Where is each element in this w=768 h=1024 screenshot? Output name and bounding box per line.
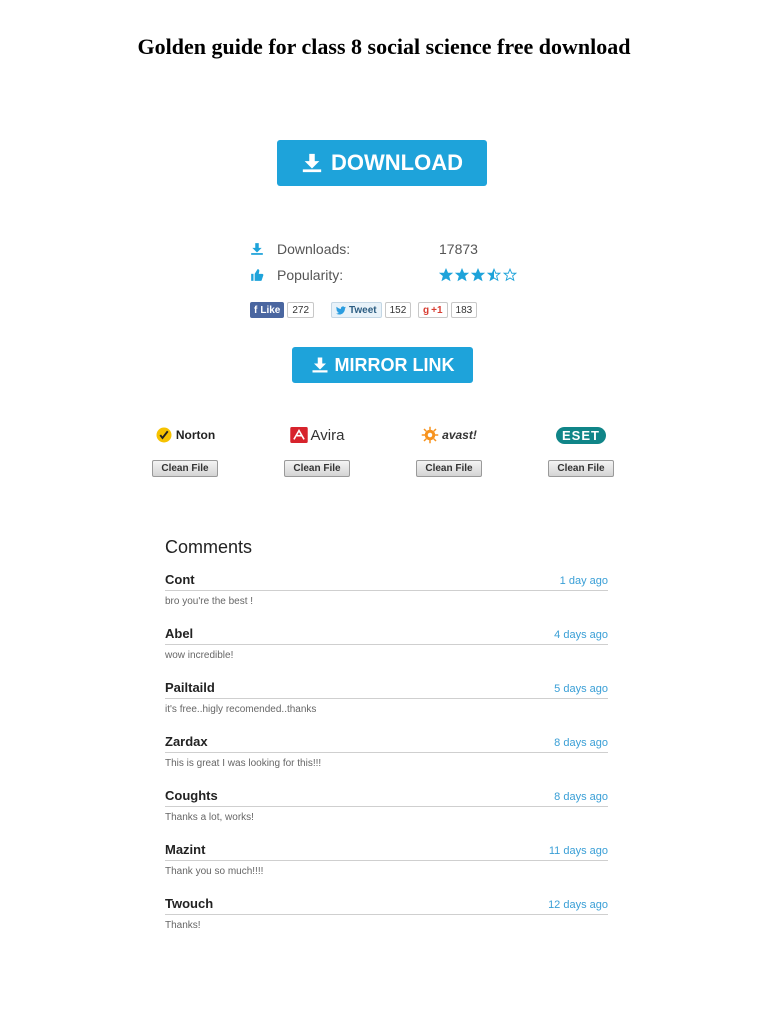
avast-clean-file-button[interactable]: Clean File bbox=[416, 460, 482, 477]
comment-time[interactable]: 1 day ago bbox=[560, 575, 608, 587]
download-icon bbox=[311, 356, 329, 374]
comment-author: Coughts bbox=[165, 788, 218, 803]
avira-logo: Avira bbox=[283, 424, 351, 446]
facebook-like-count: 272 bbox=[287, 302, 315, 318]
comment-text: This is great I was looking for this!!! bbox=[165, 758, 322, 769]
tweet-count: 152 bbox=[384, 302, 412, 318]
comment-header: Mazint 11 days ago bbox=[165, 842, 608, 861]
comments-heading: Comments bbox=[165, 537, 253, 557]
thumbs-up-icon bbox=[250, 268, 264, 282]
google-plus-icon: g bbox=[423, 304, 430, 316]
norton-logo: Norton bbox=[151, 424, 219, 446]
comment-author: Pailtaild bbox=[165, 680, 215, 695]
facebook-icon: f bbox=[254, 304, 258, 316]
tweet-label: Tweet bbox=[349, 304, 377, 316]
comment-time[interactable]: 5 days ago bbox=[554, 683, 608, 695]
star-empty-icon bbox=[503, 268, 517, 282]
avast-scan: avast! Clean File bbox=[415, 424, 483, 477]
google-plus-count: 183 bbox=[450, 302, 478, 318]
facebook-like-widget[interactable]: f Like 272 bbox=[250, 302, 315, 318]
avira-scan: Avira Clean File bbox=[283, 424, 351, 477]
comment-time[interactable]: 8 days ago bbox=[554, 791, 608, 803]
comment-item: Mazint 11 days ago Thank you so much!!!! bbox=[165, 842, 608, 897]
mirror-link-label: MIRROR LINK bbox=[334, 354, 455, 375]
comment-time[interactable]: 12 days ago bbox=[548, 899, 608, 911]
page-title: Golden guide for class 8 social science … bbox=[137, 34, 631, 59]
comment-item: Coughts 8 days ago Thanks a lot, works! bbox=[165, 788, 608, 843]
twitter-icon bbox=[336, 305, 346, 315]
tweet-button[interactable]: Tweet bbox=[331, 302, 382, 318]
comment-item: Zardax 8 days ago This is great I was look… bbox=[165, 734, 608, 789]
comment-text: it's free..higly recomended..thanks bbox=[165, 704, 317, 715]
comment-time[interactable]: 11 days ago bbox=[549, 845, 608, 857]
download-count-icon bbox=[250, 242, 264, 256]
comment-time[interactable]: 8 days ago bbox=[554, 737, 608, 749]
downloads-label: Downloads: bbox=[277, 241, 351, 257]
comment-text: wow incredible! bbox=[165, 650, 234, 661]
download-button[interactable]: DOWNLOAD bbox=[277, 140, 487, 186]
google-plus-button[interactable]: g +1 bbox=[418, 302, 448, 318]
comment-item: Twouch 12 days ago Thanks! bbox=[165, 896, 608, 951]
popularity-label: Popularity: bbox=[277, 267, 344, 283]
comment-text: bro you're the best ! bbox=[165, 596, 254, 607]
mirror-link-button[interactable]: MIRROR LINK bbox=[292, 347, 473, 383]
avast-logo: avast! bbox=[415, 424, 483, 446]
comment-item: Abel 4 days ago wow incredible! bbox=[165, 626, 608, 681]
comment-header: Abel 4 days ago bbox=[165, 626, 608, 645]
download-icon bbox=[301, 152, 323, 174]
star-full-icon bbox=[455, 268, 469, 282]
norton-clean-file-button[interactable]: Clean File bbox=[152, 460, 218, 477]
downloads-value: 17873 bbox=[439, 241, 478, 257]
download-button-label: DOWNLOAD bbox=[331, 150, 463, 175]
google-plus-widget[interactable]: g +1 183 bbox=[418, 302, 478, 318]
comment-author: Twouch bbox=[165, 896, 214, 911]
comment-author: Mazint bbox=[165, 842, 206, 857]
facebook-like-label: Like bbox=[260, 304, 281, 316]
comment-author: Abel bbox=[165, 626, 194, 641]
eset-clean-file-button[interactable]: Clean File bbox=[548, 460, 614, 477]
comment-time[interactable]: 4 days ago bbox=[554, 629, 608, 641]
google-plus-label: +1 bbox=[431, 304, 443, 316]
comment-author: Cont bbox=[165, 572, 195, 587]
comment-text: Thanks a lot, works! bbox=[165, 812, 254, 823]
norton-scan: Norton Clean File bbox=[151, 424, 219, 477]
comment-item: Pailtaild 5 days ago it's free..higly reco… bbox=[165, 680, 608, 735]
star-full-icon bbox=[439, 268, 453, 282]
comment-header: Zardax 8 days ago bbox=[165, 734, 608, 753]
avira-clean-file-button[interactable]: Clean File bbox=[284, 460, 350, 477]
comments-section: Comments Cont 1 day ago bro you're the bes… bbox=[165, 537, 608, 951]
comment-header: Cont 1 day ago bbox=[165, 572, 608, 591]
comment-item: Cont 1 day ago bro you're the best ! bbox=[165, 572, 608, 627]
star-full-icon bbox=[471, 268, 485, 282]
comment-header: Twouch 12 days ago bbox=[165, 896, 608, 915]
eset-logo: ESET bbox=[547, 424, 615, 446]
facebook-like-button[interactable]: f Like bbox=[250, 302, 285, 318]
star-half-icon bbox=[487, 268, 501, 282]
popularity-stat: Popularity: bbox=[250, 266, 517, 284]
comment-header: Pailtaild 5 days ago bbox=[165, 680, 608, 699]
eset-scan: ESET Clean File bbox=[547, 424, 615, 477]
comment-header: Coughts 8 days ago bbox=[165, 788, 608, 807]
twitter-tweet-widget[interactable]: Tweet 152 bbox=[331, 302, 412, 318]
popularity-stars bbox=[439, 268, 517, 282]
comment-author: Zardax bbox=[165, 734, 208, 749]
downloads-stat: Downloads: 17873 bbox=[250, 240, 478, 258]
comment-text: Thanks! bbox=[165, 920, 201, 931]
comment-text: Thank you so much!!!! bbox=[165, 866, 264, 877]
